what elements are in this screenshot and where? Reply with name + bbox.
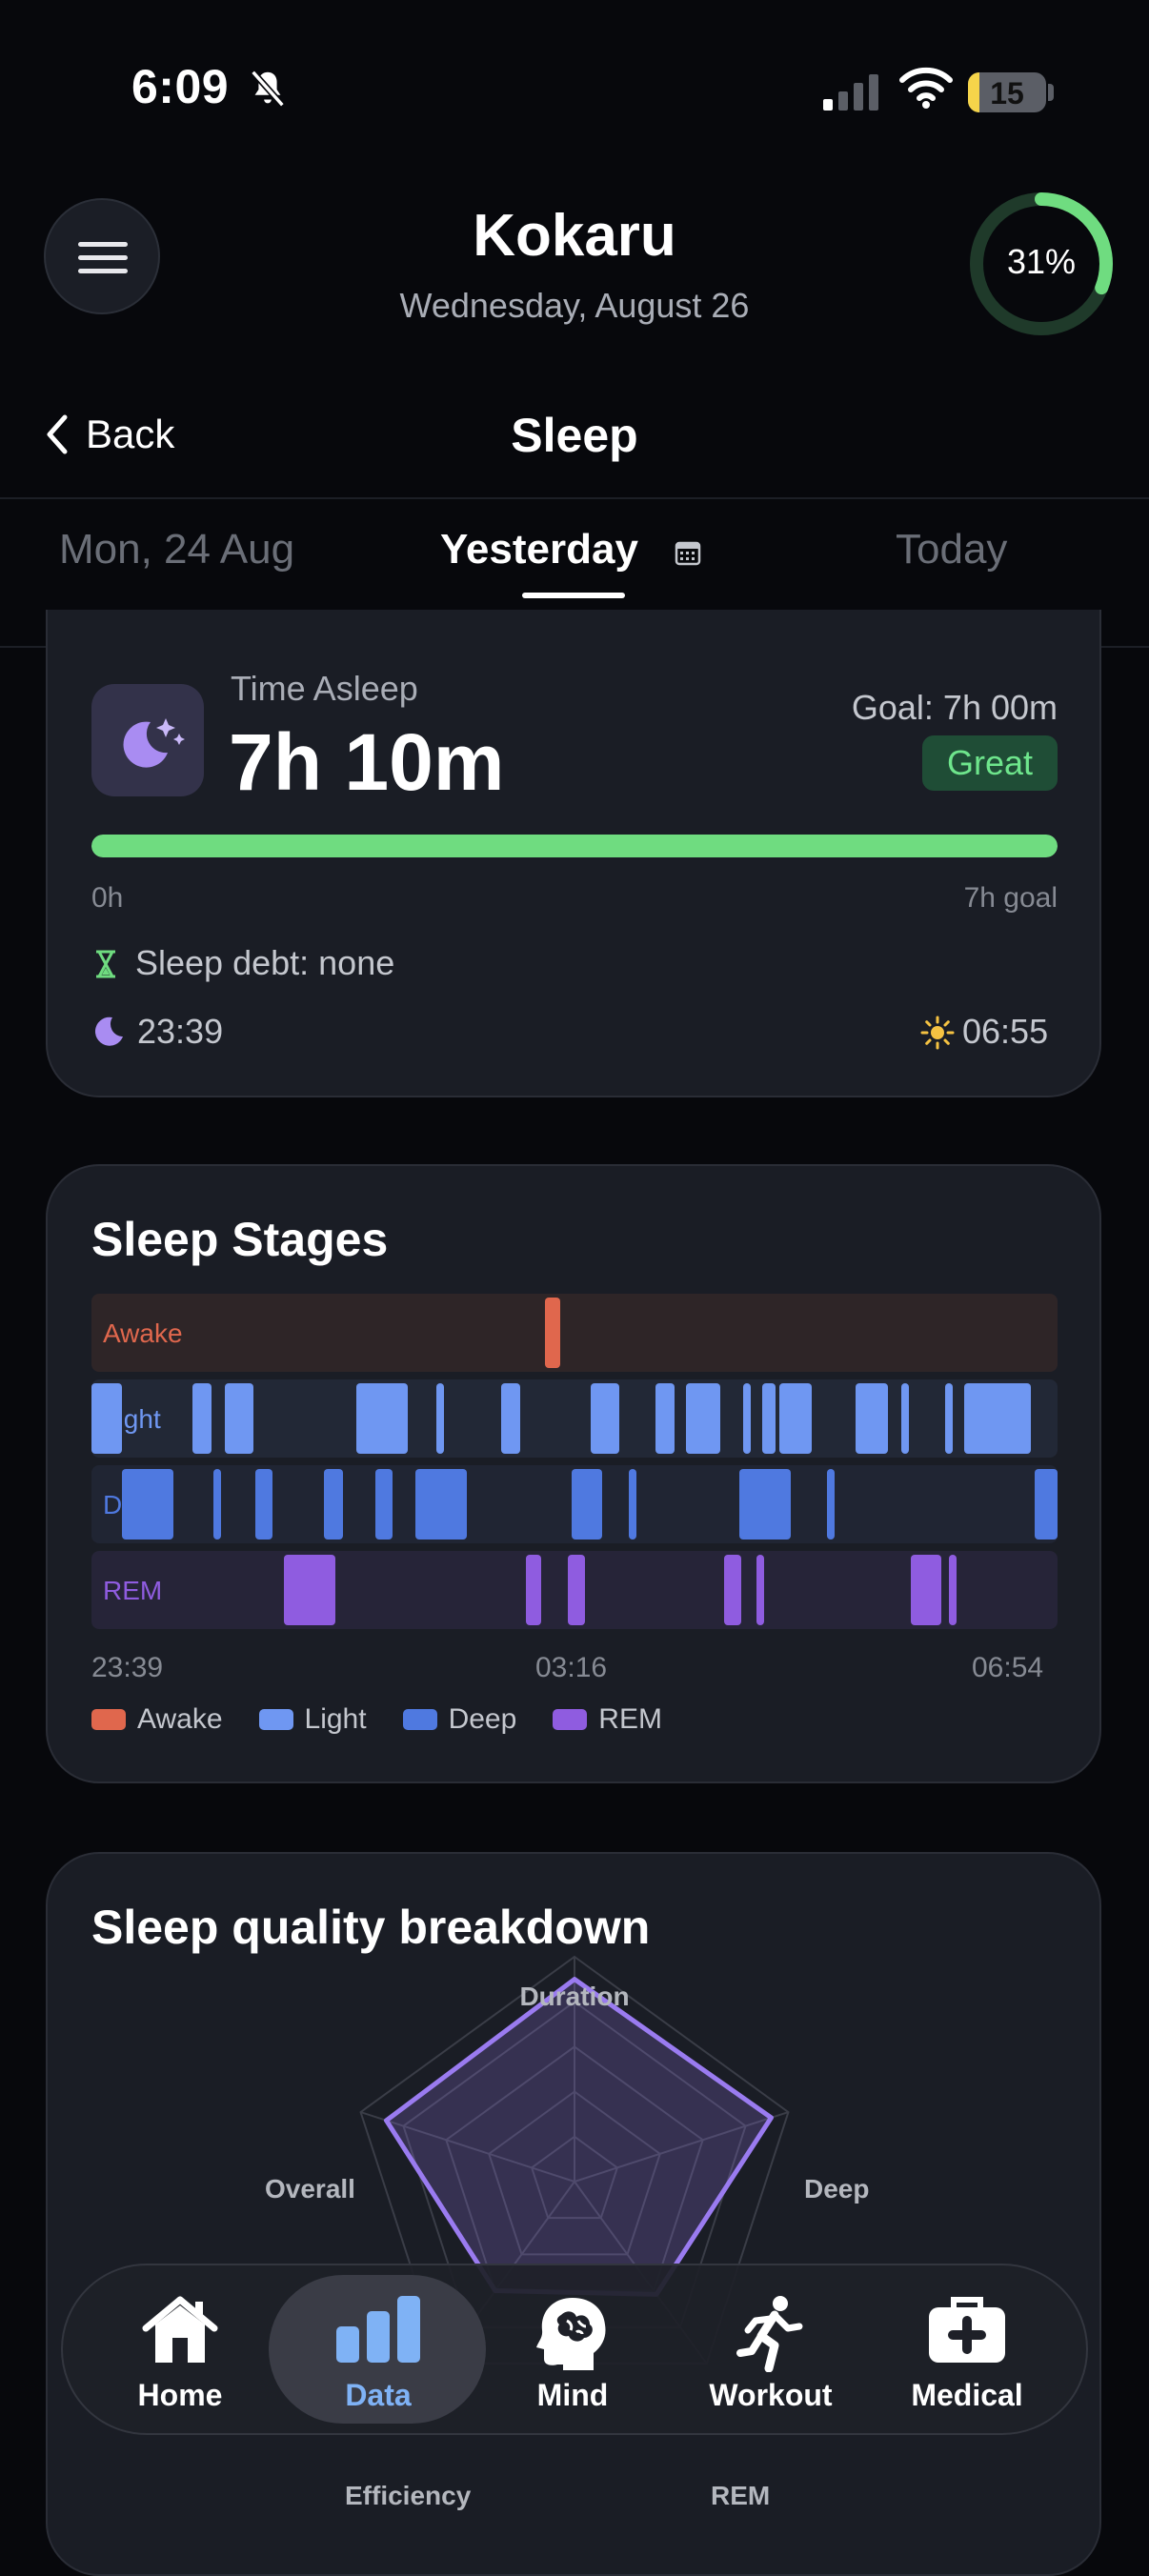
sleep-debt-text: Sleep debt: none (135, 943, 395, 982)
tab-label: Mind (536, 2378, 609, 2412)
stage-segment-light (655, 1383, 675, 1454)
radar-label-deep: Deep (804, 2174, 870, 2204)
progress-fill (91, 835, 1058, 857)
tab-home[interactable]: Home (90, 2275, 271, 2424)
tab-label: Data (345, 2378, 412, 2412)
radar-label-duration: Duration (519, 1982, 630, 2011)
tab-prev-day[interactable]: Mon, 24 Aug (59, 526, 294, 574)
calendar-icon[interactable] (675, 539, 701, 566)
tab-label: Home (137, 2378, 223, 2412)
time-asleep-label: Time Asleep (231, 669, 418, 708)
stage-segment-light (501, 1383, 520, 1454)
house-icon (142, 2296, 218, 2363)
status-badge: Great (922, 735, 1058, 791)
stage-segment-light (91, 1383, 122, 1454)
stage-segment-rem (949, 1555, 957, 1625)
axis-end-time: 06:54 (972, 1652, 1044, 1683)
sleep-goal-progress (91, 835, 1058, 857)
page-title: Sleep (511, 409, 638, 462)
battery-icon: 15 (968, 72, 1046, 112)
tab-next-day[interactable]: Today (896, 526, 1007, 574)
radar-value-polygon (383, 1977, 774, 2297)
radar-label-overall: Overall (265, 2174, 355, 2204)
tab-medical[interactable]: Medical (877, 2275, 1058, 2424)
stage-segment-deep (1035, 1469, 1058, 1540)
tab-current-day[interactable]: Yesterday (440, 526, 638, 574)
stage-segment-deep (629, 1469, 636, 1540)
stage-segment-deep (827, 1469, 835, 1540)
stage-segment-rem (724, 1555, 741, 1625)
stage-segment-rem (911, 1555, 941, 1625)
stage-segment-deep (255, 1469, 272, 1540)
time-asleep-value: 7h 10m (229, 717, 505, 807)
stage-segment-rem (284, 1555, 335, 1625)
stage-segment-light (856, 1383, 888, 1454)
stage-segment-rem (568, 1555, 585, 1625)
stage-segment-deep (213, 1469, 221, 1540)
status-time: 6:09 (131, 60, 230, 113)
bar-chart-icon (336, 2296, 420, 2363)
stage-segment-light (356, 1383, 408, 1454)
tab-workout[interactable]: Workout (680, 2275, 861, 2424)
stage-segment-awake (545, 1298, 560, 1368)
stage-segment-light (686, 1383, 720, 1454)
stage-segment-light (743, 1383, 751, 1454)
battery-cap (1048, 84, 1054, 101)
wifi-icon (899, 67, 953, 109)
radar-label-rem: REM (711, 2481, 771, 2510)
stage-segment-light (436, 1383, 444, 1454)
axis-start-time: 23:39 (91, 1652, 164, 1683)
stage-segment-light (964, 1383, 1031, 1454)
stage-segment-rem (756, 1555, 764, 1625)
brain-head-icon (536, 2298, 606, 2370)
tab-label: Workout (709, 2378, 833, 2412)
progress-max-label: 7h goal (963, 882, 1058, 914)
divider (0, 497, 1149, 499)
tab-data[interactable]: Data (288, 2275, 469, 2424)
sleep-stage-marks (91, 1298, 1058, 1625)
legend-item-rem: REM (553, 1703, 662, 1736)
stage-segment-deep (324, 1469, 343, 1540)
sun-icon (920, 1016, 955, 1050)
legend-item-deep: Deep (402, 1703, 516, 1736)
sleep-moon-icon (91, 684, 204, 796)
bed-time: 23:39 (137, 1012, 224, 1051)
stage-segment-light (945, 1383, 953, 1454)
radar-label-efficiency: Efficiency (345, 2481, 472, 2510)
stage-segment-light (779, 1383, 812, 1454)
stage-segment-deep (375, 1469, 393, 1540)
stage-legend: Awake Light Deep REM (91, 1703, 662, 1736)
card-title: Sleep Stages (91, 1213, 389, 1266)
tab-mind[interactable]: Mind (482, 2275, 663, 2424)
running-icon (736, 2296, 803, 2372)
wake-time: 06:55 (962, 1012, 1049, 1051)
battery-level: 15 (990, 76, 1024, 111)
bell-muted-icon (251, 70, 285, 108)
cellular-signal-icon (823, 74, 878, 111)
stage-segment-deep (122, 1469, 173, 1540)
stage-segment-deep (415, 1469, 467, 1540)
goal-label: Goal: 7h 00m (851, 688, 1058, 727)
first-aid-kit-icon (929, 2297, 1005, 2363)
stage-segment-light (762, 1383, 776, 1454)
hourglass-icon (96, 950, 115, 978)
legend-item-awake: Awake (91, 1703, 223, 1736)
axis-mid-time: 03:16 (535, 1652, 608, 1683)
legend-item-light: Light (258, 1703, 367, 1736)
stage-segment-light (225, 1383, 253, 1454)
stage-segment-light (591, 1383, 619, 1454)
tab-active-indicator (522, 593, 625, 598)
stage-segment-light (901, 1383, 909, 1454)
moon-icon (94, 1016, 123, 1046)
stage-segment-light (192, 1383, 212, 1454)
stage-segment-deep (739, 1469, 791, 1540)
tab-label: Medical (911, 2378, 1023, 2412)
stage-segment-rem (526, 1555, 541, 1625)
progress-min-label: 0h (91, 882, 124, 914)
ring-percent-label: 31% (1006, 242, 1077, 281)
stage-segment-deep (572, 1469, 602, 1540)
